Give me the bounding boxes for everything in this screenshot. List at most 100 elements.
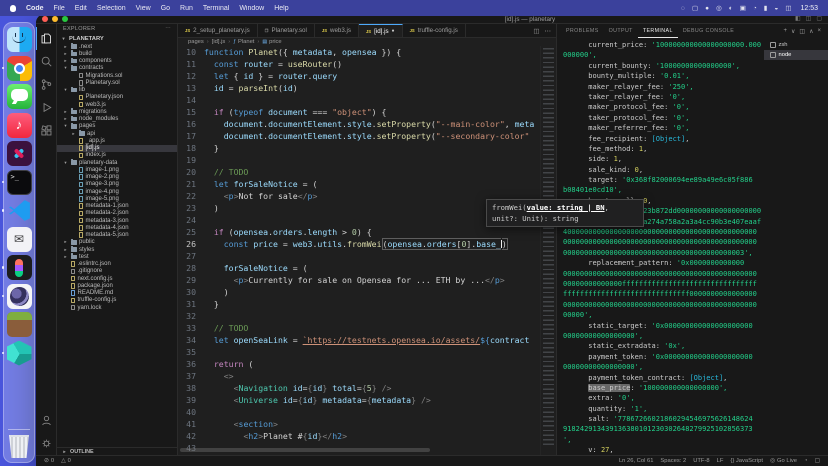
code-line[interactable]: 36 return (	[178, 358, 540, 370]
tree-item-next[interactable]: ▸.next	[57, 43, 177, 50]
panel-tab-output[interactable]: OUTPUT	[604, 24, 638, 38]
code-line[interactable]: 17 document.documentElement.style.setPro…	[178, 130, 540, 142]
new-terminal-icon[interactable]: +	[783, 28, 787, 34]
tree-item-web3-js[interactable]: web3.js	[57, 101, 177, 108]
code-line[interactable]: 12 let { id } = router.query	[178, 70, 540, 82]
display-icon[interactable]: ▢	[692, 4, 698, 12]
code-line[interactable]: 39 <Universe id={id} metadata={metadata}…	[178, 394, 540, 406]
tree-item-image-5-png[interactable]: image-5.png	[57, 195, 177, 202]
dock-mail[interactable]	[7, 227, 32, 252]
tree-item-image-4-png[interactable]: image-4.png	[57, 188, 177, 195]
sidebar-more-icon[interactable]: ⋯	[165, 26, 171, 32]
menu-file[interactable]: File	[54, 5, 65, 12]
battery-icon[interactable]: ▮	[764, 4, 768, 12]
activity-extensions[interactable]	[36, 119, 57, 142]
code-line[interactable]: 35	[178, 346, 540, 358]
dock-vscode[interactable]	[7, 198, 32, 223]
code-line[interactable]: 15 if (typeof document === "object") {	[178, 106, 540, 118]
menu-run[interactable]: Run	[180, 5, 193, 12]
code-line[interactable]: 19	[178, 154, 540, 166]
tree-item-lib[interactable]: ▾lib	[57, 87, 177, 94]
record-icon[interactable]: ●	[705, 5, 709, 12]
tree-item-metadata-3-json[interactable]: metadata-3.json	[57, 217, 177, 224]
indentation[interactable]: Spaces: 2	[660, 458, 686, 464]
menu-selection[interactable]: Selection	[97, 5, 126, 12]
tab-truffle-config-js[interactable]: JStruffle-config.js	[403, 24, 466, 37]
menu-terminal[interactable]: Terminal	[203, 5, 229, 12]
tree-item-app-js[interactable]: _app.js	[57, 137, 177, 144]
tree-item-contracts[interactable]: ▾contracts	[57, 65, 177, 72]
activity-source-control[interactable]	[36, 73, 57, 96]
dock-messages[interactable]	[7, 84, 32, 109]
close-panel-icon[interactable]: ×	[817, 28, 821, 34]
screen-mirroring-icon[interactable]: ◌	[681, 5, 685, 12]
menu-window[interactable]: Window	[239, 5, 264, 12]
horizontal-scrollbar[interactable]	[180, 448, 430, 452]
panel-tab-debug-console[interactable]: DEBUG CONSOLE	[678, 24, 739, 38]
code-line[interactable]: 10function Planet({ metadata, opensea })…	[178, 46, 540, 58]
terminal-instance-node[interactable]: node	[764, 50, 828, 60]
tree-item-image-2-png[interactable]: image-2.png	[57, 174, 177, 181]
language-mode[interactable]: {} JavaScript	[730, 458, 763, 464]
tree-item-id-js[interactable]: [id].js	[57, 145, 177, 152]
maximize-panel-icon[interactable]: ∧	[809, 28, 813, 35]
code-line[interactable]: 37 <>	[178, 370, 540, 382]
panel-tab-terminal[interactable]: TERMINAL	[638, 24, 678, 38]
menu-help[interactable]: Help	[274, 5, 288, 12]
dock-cube[interactable]	[7, 341, 32, 366]
customize-layout-icon[interactable]: ▢	[816, 15, 822, 22]
panel-tab-problems[interactable]: PROBLEMS	[561, 24, 604, 38]
outline-section-header[interactable]: ▸ OUTLINE	[57, 447, 177, 455]
code-line[interactable]: 40	[178, 406, 540, 418]
notifications-icon[interactable]: ▢	[815, 458, 820, 464]
close-window-button[interactable]	[42, 16, 48, 22]
code-line[interactable]: 31 }	[178, 298, 540, 310]
code-line[interactable]: 13 id = parseInt(id)	[178, 82, 540, 94]
tree-item-metadata-4-json[interactable]: metadata-4.json	[57, 224, 177, 231]
code-line[interactable]: 30 )	[178, 286, 540, 298]
tree-item-metadata-1-json[interactable]: metadata-1.json	[57, 203, 177, 210]
code-line[interactable]: 29 <p>Currently for sale on Opensea for …	[178, 274, 540, 286]
code-line[interactable]: 34 let openSeaLink = `https://testnets.o…	[178, 334, 540, 346]
tree-item-planetary-json[interactable]: Planetary.json	[57, 94, 177, 101]
encoding[interactable]: UTF-8	[693, 458, 709, 464]
tree-item-build[interactable]: ▸build	[57, 50, 177, 57]
search-icon[interactable]: ◔	[753, 5, 757, 12]
breadcrumb-item-id-js[interactable]: [id].js	[212, 39, 226, 45]
go-live[interactable]: ◎Go Live	[770, 458, 797, 464]
warnings-indicator[interactable]: △0	[61, 458, 71, 464]
eol[interactable]: LF	[717, 458, 724, 464]
tab-planetary-sol[interactable]: ❐Planetary.sol	[258, 24, 315, 37]
activity-accounts[interactable]	[36, 409, 57, 432]
tree-item-next-config-js[interactable]: next.config.js	[57, 275, 177, 282]
code-line[interactable]: 27	[178, 250, 540, 262]
tree-item-readme-md[interactable]: README.md	[57, 290, 177, 297]
breadcrumb-item-price[interactable]: ▤price	[262, 39, 281, 45]
activity-search[interactable]	[36, 50, 57, 73]
code-editor[interactable]: 10function Planet({ metadata, opensea })…	[178, 46, 556, 455]
apple-menu-icon[interactable]	[10, 5, 16, 12]
tab-web3-js[interactable]: JSweb3.js	[315, 24, 359, 37]
tree-item-planetary-data[interactable]: ▾planetary-data	[57, 159, 177, 166]
dock-trash[interactable]	[7, 433, 32, 458]
feedback-icon[interactable]: ◔	[804, 458, 808, 464]
minimap[interactable]	[540, 46, 556, 455]
code-line[interactable]: 11 const router = useRouter()	[178, 58, 540, 70]
code-line[interactable]: 42 <h2>Planet #{id}</h2>	[178, 430, 540, 442]
code-line[interactable]: 25 if (opensea.orders.length > 0) {	[178, 226, 540, 238]
code-line[interactable]: 26 const price = web3.utils.fromWei(open…	[178, 238, 540, 250]
errors-indicator[interactable]: ⊘0	[44, 458, 54, 464]
split-terminal-icon[interactable]: ◫	[799, 28, 805, 35]
tree-item-gitignore[interactable]: .gitignore	[57, 268, 177, 275]
code-line[interactable]: 20 // TODO	[178, 166, 540, 178]
code-line[interactable]: 41 <section>	[178, 418, 540, 430]
control-center-icon[interactable]: ◫	[785, 4, 791, 12]
code-line[interactable]: 32	[178, 310, 540, 322]
breadcrumb-item-planet[interactable]: ƒPlanet	[233, 39, 254, 45]
wifi-icon[interactable]: ◒	[774, 5, 778, 12]
menu-edit[interactable]: Edit	[75, 5, 87, 12]
code-line[interactable]: 33 // TODO	[178, 322, 540, 334]
activity-settings[interactable]	[36, 432, 57, 455]
activity-run-debug[interactable]	[36, 96, 57, 119]
toggle-panel-icon[interactable]: ◫	[806, 15, 812, 22]
